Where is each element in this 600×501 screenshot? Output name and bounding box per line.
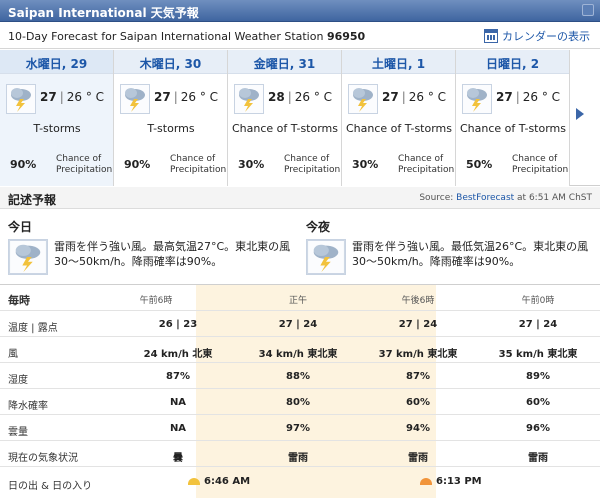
sunrise-icon xyxy=(188,478,200,485)
day-label: 水曜日, 29 xyxy=(0,50,113,74)
today-label: 今日 xyxy=(8,220,33,234)
thunderstorm-icon xyxy=(120,84,150,114)
day-label: 日曜日, 2 xyxy=(456,50,569,74)
day-high: 27 xyxy=(382,90,399,104)
day-precip-label: Chance of Precipitation xyxy=(398,154,455,175)
day-high: 27 xyxy=(154,90,171,104)
station-id: 96950 xyxy=(326,30,366,43)
sun-row: 日の出 & 日の入り 6:46 AM 6:13 PM xyxy=(0,467,600,498)
hourly-header-row: 毎時 午前6時 正午 午後6時 午前0時 xyxy=(0,285,600,311)
day-unit: ° C xyxy=(199,90,219,104)
table-row: 降水確率 NA 80% 60% 60% xyxy=(0,389,600,415)
sunset-time: 6:13 PM xyxy=(436,476,482,487)
today-text: 雷雨を伴う強い風。最高気温27°C。東北東の風 30〜50km/h。降雨確率は9… xyxy=(54,240,291,268)
window-titlebar: Saipan International 天気予報 xyxy=(0,0,600,22)
description-title: 記述予報 xyxy=(8,193,57,207)
window-control-icon[interactable] xyxy=(582,4,594,16)
tonight-forecast: 今夜 雷雨を伴う強い風。最低気温26°C。東北東の風 30〜50km/h。降雨確… xyxy=(306,218,596,275)
sunset: 6:13 PM xyxy=(420,476,482,487)
day-low: 26 xyxy=(522,90,539,104)
thunderstorm-icon xyxy=(306,239,346,275)
thunderstorm-icon xyxy=(8,239,48,275)
day-card[interactable]: 金曜日, 31 28 | 26 ° C Chance of T-storms 30%… xyxy=(228,50,342,186)
day-condition: T-storms xyxy=(147,122,195,135)
day-card[interactable]: 木曜日, 30 27 | 26 ° C T-storms 90% Chance of… xyxy=(114,50,228,186)
day-card[interactable]: 日曜日, 2 27 | 26 ° C Chance of T-storms 50% … xyxy=(456,50,570,186)
day-card[interactable]: 土曜日, 1 27 | 26 ° C Chance of T-storms 30% … xyxy=(342,50,456,186)
tonight-text: 雷雨を伴う強い風。最低気温26°C。東北東の風 30〜50km/h。降雨確率は9… xyxy=(352,240,589,268)
day-precip-label: Chance of Precipitation xyxy=(512,154,569,175)
day-label: 土曜日, 1 xyxy=(342,50,455,74)
today-forecast: 今日 雷雨を伴う強い風。最高気温27°C。東北東の風 30〜50km/h。降雨確… xyxy=(8,218,298,275)
day-high: 27 xyxy=(496,90,513,104)
table-row: 風 24 km/h 北東 34 km/h 東北東 37 km/h 東北東 35 … xyxy=(0,337,600,363)
thunderstorm-icon xyxy=(348,84,378,114)
day-precip: 30% xyxy=(238,158,265,171)
sun-label: 日の出 & 日の入り xyxy=(8,481,93,492)
day-low: 26 xyxy=(294,90,311,104)
next-days-arrow-icon[interactable] xyxy=(576,108,584,120)
forecast-header: 10-Day Forecast for Saipan International… xyxy=(0,23,600,49)
thunderstorm-icon xyxy=(6,84,36,114)
day-precip-label: Chance of Precipitation xyxy=(170,154,227,175)
day-condition: T-storms xyxy=(33,122,81,135)
day-precip-label: Chance of Precipitation xyxy=(56,154,113,175)
day-precip-label: Chance of Precipitation xyxy=(284,154,341,175)
table-row: 温度 | 露点 26 | 23 27 | 24 27 | 24 27 | 24 xyxy=(0,311,600,337)
day-unit: ° C xyxy=(427,90,447,104)
source-link[interactable]: BestForecast xyxy=(456,193,514,203)
day-low: 26 xyxy=(66,90,83,104)
thunderstorm-icon xyxy=(234,84,264,114)
day-high: 28 xyxy=(268,90,285,104)
thunderstorm-icon xyxy=(462,84,492,114)
day-card[interactable]: 水曜日, 29 27 | 26 ° C T-storms 90% Chance of… xyxy=(0,50,114,186)
hour-time: 午後6時 xyxy=(401,296,435,306)
hour-time: 午前6時 xyxy=(139,296,173,306)
day-label: 金曜日, 31 xyxy=(228,50,341,74)
day-precip: 30% xyxy=(352,158,379,171)
day-precip: 90% xyxy=(124,158,151,171)
sunrise: 6:46 AM xyxy=(188,476,250,487)
day-condition: Chance of T-storms xyxy=(231,122,338,135)
day-precip: 50% xyxy=(466,158,493,171)
window-title: Saipan International 天気予報 xyxy=(8,6,199,20)
description-header: 記述予報 Source: BestForecast at 6:51 AM ChS… xyxy=(0,187,600,209)
day-precip: 90% xyxy=(10,158,37,171)
hourly-label: 毎時 xyxy=(8,294,30,307)
day-low: 26 xyxy=(408,90,425,104)
day-label: 木曜日, 30 xyxy=(114,50,227,74)
table-row: 現在の気象状況 曇 雷雨 雷雨 雷雨 xyxy=(0,441,600,467)
calendar-label: カレンダーの表示 xyxy=(502,30,590,43)
forecast-prefix: 10-Day Forecast for Saipan International… xyxy=(8,30,327,43)
tonight-label: 今夜 xyxy=(306,220,331,234)
hour-time: 午前0時 xyxy=(521,296,555,306)
day-unit: ° C xyxy=(85,90,105,104)
hour-time: 正午 xyxy=(288,296,307,306)
day-condition: Chance of T-storms xyxy=(345,122,452,135)
calendar-icon xyxy=(484,29,498,43)
calendar-link[interactable]: カレンダーの表示 xyxy=(484,28,590,44)
day-unit: ° C xyxy=(541,90,561,104)
day-unit: ° C xyxy=(313,90,333,104)
daily-forecast-strip: 水曜日, 29 27 | 26 ° C T-storms 90% Chance of… xyxy=(0,50,600,186)
day-condition: Chance of T-storms xyxy=(459,122,566,135)
day-low: 26 xyxy=(180,90,197,104)
day-high: 27 xyxy=(40,90,57,104)
table-row: 湿度 87% 88% 87% 89% xyxy=(0,363,600,389)
sunset-icon xyxy=(420,478,432,485)
table-row: 雲量 NA 97% 94% 96% xyxy=(0,415,600,441)
sunrise-time: 6:46 AM xyxy=(204,476,251,487)
hourly-table: 毎時 午前6時 正午 午後6時 午前0時 温度 | 露点 26 | 23 27 … xyxy=(0,284,600,501)
source-note: Source: BestForecast at 6:51 AM ChST xyxy=(419,193,592,203)
